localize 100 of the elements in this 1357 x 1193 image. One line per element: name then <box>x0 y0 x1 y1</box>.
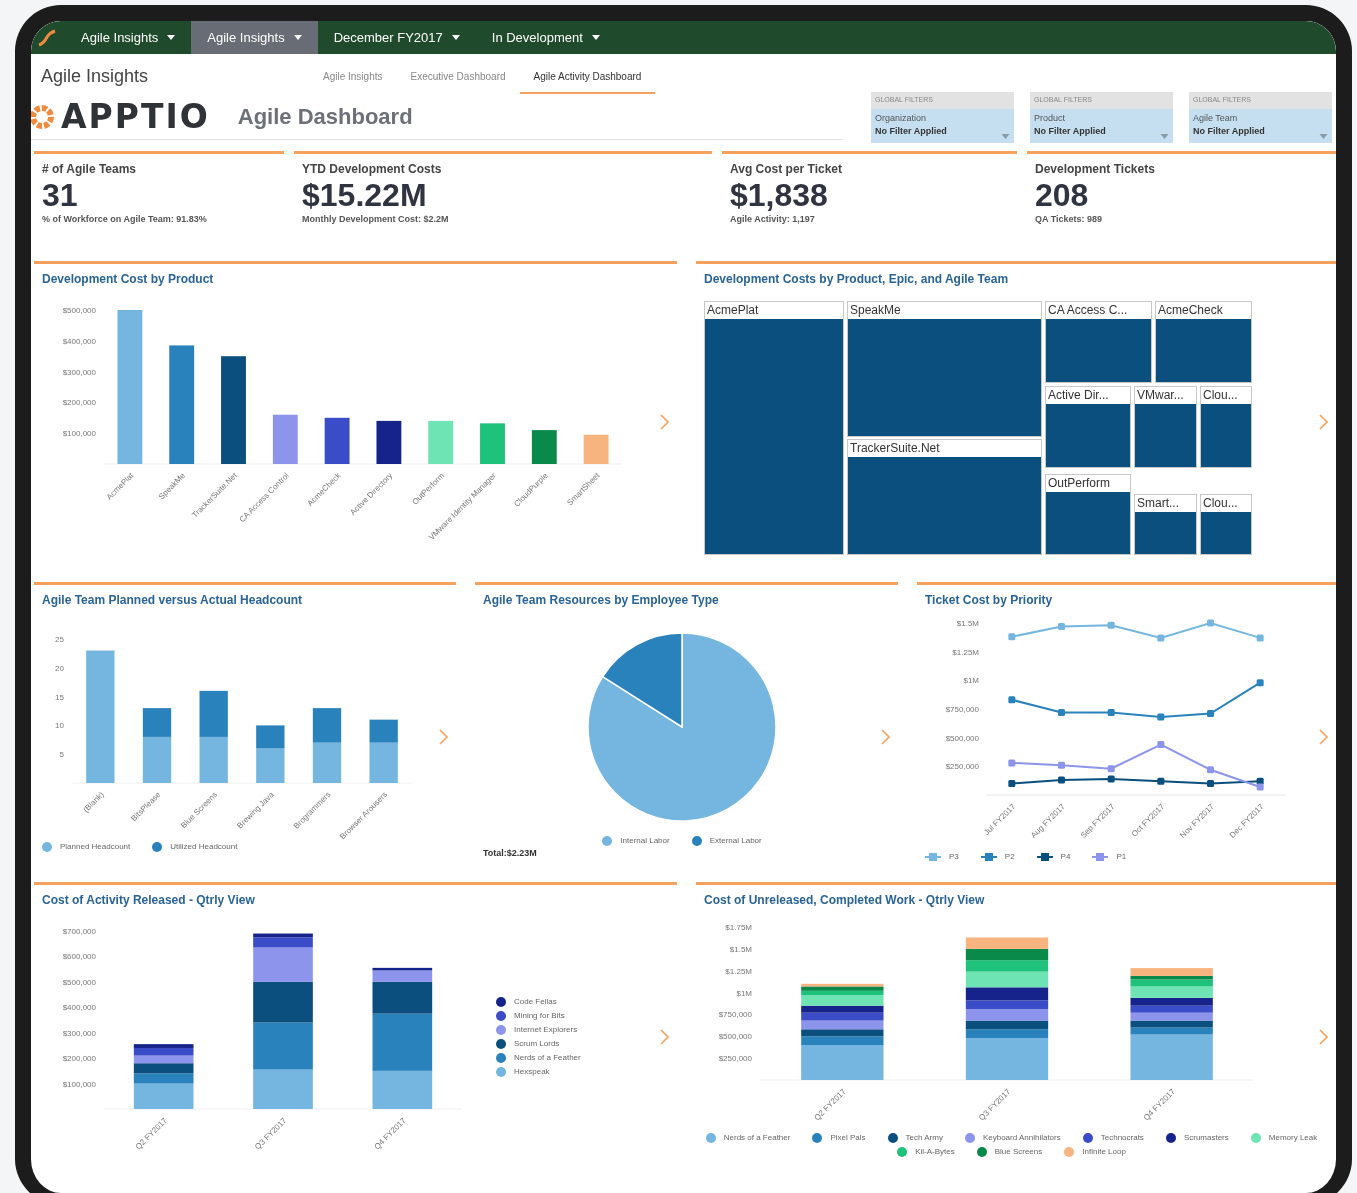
tick-label: $500,000 <box>62 977 96 987</box>
caret-icon <box>1160 133 1169 139</box>
tile-label: Clou... <box>1201 386 1251 404</box>
tick-label: $100,000 <box>62 1079 96 1089</box>
kpi-value: $1,838 <box>730 177 829 213</box>
treemap-tile[interactable]: Clou... <box>1200 385 1252 468</box>
legend-label: P2 <box>1004 851 1015 863</box>
kpi-value: 31 <box>42 177 79 213</box>
chevron-right-icon[interactable] <box>439 729 448 745</box>
tick-label: $1.5M <box>956 619 979 628</box>
kpi-value: 208 <box>1035 177 1090 213</box>
treemap-tile[interactable]: AcmePlat <box>704 300 844 555</box>
legend-label: P3 <box>949 851 959 863</box>
tile-label: TrackerSuite.Net <box>848 439 1041 457</box>
caret-icon <box>167 35 176 40</box>
chart-title: Agile Team Resources by Employee Type <box>483 591 720 609</box>
dashboard-title: Agile Dashboard <box>237 103 413 131</box>
treemap-tile[interactable]: Active Dir... <box>1045 385 1131 468</box>
kpi-title: YTD Development Costs <box>302 160 443 178</box>
filter-dropdown[interactable]: Agile Team No Filter Applied <box>1189 108 1332 143</box>
legend-label: Planned Headcount <box>60 841 131 853</box>
chart-title: Agile Team Planned versus Actual Headcount <box>42 591 304 609</box>
treemap-tile[interactable]: SpeakMe <box>847 300 1042 437</box>
chart-title: Development Cost by Product <box>42 270 215 288</box>
page-tab[interactable]: Executive Dashboard <box>396 63 520 94</box>
caret-icon <box>451 35 460 40</box>
chevron-right-icon[interactable] <box>881 729 890 745</box>
kpi-value: $15.22M <box>302 177 428 213</box>
treemap-tile[interactable]: Smart... <box>1134 493 1197 555</box>
tile-label: Active Dir... <box>1046 386 1130 404</box>
legend-label: Scrum Lords <box>514 1038 560 1050</box>
tile-label: CA Access C... <box>1046 301 1151 319</box>
chevron-right-icon[interactable] <box>1319 413 1328 430</box>
legend-label: Pixel Pals <box>830 1131 866 1144</box>
treemap-tile[interactable]: OutPerform <box>1045 473 1131 555</box>
tile-label: OutPerform <box>1046 474 1130 492</box>
nav-dropdown[interactable]: December FY2017 <box>317 21 476 54</box>
caret-icon <box>1319 133 1328 139</box>
tick-label: $250,000 <box>945 762 979 772</box>
kpi-note: Agile Activity: 1,197 <box>730 212 816 226</box>
treemap-tile[interactable]: AcmeCheck <box>1155 300 1252 383</box>
page-tab[interactable]: Agile Activity Dashboard <box>519 63 656 94</box>
legend-label: Mining for Bits <box>514 1010 565 1022</box>
nav-dropdown[interactable]: Agile Insights <box>191 21 318 54</box>
app-logo-icon <box>37 28 57 47</box>
chevron-right-icon[interactable] <box>660 413 669 430</box>
tick-label: $400,000 <box>62 1003 96 1013</box>
tick-label: $750,000 <box>718 1009 752 1019</box>
tick-label: 15 <box>55 692 64 702</box>
legend-label: Hexspeak <box>514 1066 550 1078</box>
tick-label: 25 <box>55 635 64 644</box>
tick-label: 20 <box>55 663 64 673</box>
chevron-right-icon[interactable] <box>660 1029 669 1045</box>
kpi-note: QA Tickets: 989 <box>1035 212 1104 226</box>
tick-label: $500,000 <box>62 305 96 315</box>
tick-label: $1.5M <box>729 944 752 954</box>
legend-label: Infinite Loop <box>1082 1145 1126 1158</box>
legend-label: Technocrats <box>1100 1131 1144 1144</box>
tick-label: $750,000 <box>945 705 979 714</box>
tick-label: 10 <box>55 721 64 731</box>
tile-label: SpeakMe <box>848 301 1041 319</box>
legend-label: Internal Labor <box>620 835 670 848</box>
legend-label: Code Fellas <box>514 996 557 1008</box>
tick-label: $1.25M <box>952 647 979 657</box>
kpi-title: Development Tickets <box>1035 160 1156 178</box>
tick-label: $100,000 <box>62 428 96 438</box>
chevron-right-icon[interactable] <box>1319 1029 1328 1045</box>
tick-label: $1M <box>736 988 752 998</box>
legend-label: Tech Army <box>905 1131 943 1144</box>
tick-label: $300,000 <box>62 1028 96 1038</box>
chart-title: Cost of Activity Released - Qtrly View <box>42 891 256 909</box>
filter-dropdown[interactable]: Organization No Filter Applied <box>871 108 1014 143</box>
legend-label: P1 <box>1116 851 1127 863</box>
chevron-right-icon[interactable] <box>1319 729 1328 745</box>
brand-logo: APPTIO <box>61 95 210 138</box>
tile-label: Clou... <box>1201 494 1251 512</box>
app-title: Agile Insights <box>40 65 150 88</box>
legend-label: Internet Explorers <box>514 1024 578 1036</box>
nav-dropdown[interactable]: Agile Insights <box>65 21 192 54</box>
page-tab[interactable]: Agile Insights <box>309 63 397 94</box>
tick-label: $1.25M <box>725 966 752 976</box>
chart-title: Ticket Cost by Priority <box>925 591 1054 609</box>
tick-label: $600,000 <box>62 952 96 962</box>
treemap-tile[interactable]: Clou... <box>1200 493 1252 555</box>
tick-label: $200,000 <box>62 397 96 407</box>
legend-label: External Labor <box>709 835 762 848</box>
filter-dropdown[interactable]: Product No Filter Applied <box>1030 108 1173 143</box>
tick-label: $300,000 <box>62 367 96 377</box>
caret-icon <box>1001 133 1010 139</box>
treemap-tile[interactable]: CA Access C... <box>1045 300 1152 383</box>
nav-dropdown[interactable]: In Development <box>475 21 616 54</box>
legend-label: Blue Screens <box>994 1145 1043 1158</box>
tick-label: $500,000 <box>718 1031 752 1041</box>
chart-title: Cost of Unreleased, Completed Work - Qtrly View <box>704 891 986 909</box>
treemap-tile[interactable]: TrackerSuite.Net <box>847 438 1042 555</box>
legend-label: Nerds of a Feather <box>723 1131 791 1144</box>
kpi-title: Avg Cost per Ticket <box>730 160 844 178</box>
tick-label: 5 <box>59 750 64 760</box>
treemap-tile[interactable]: VMwar... <box>1134 385 1197 468</box>
legend-label: Nerds of a Feather <box>514 1052 581 1064</box>
